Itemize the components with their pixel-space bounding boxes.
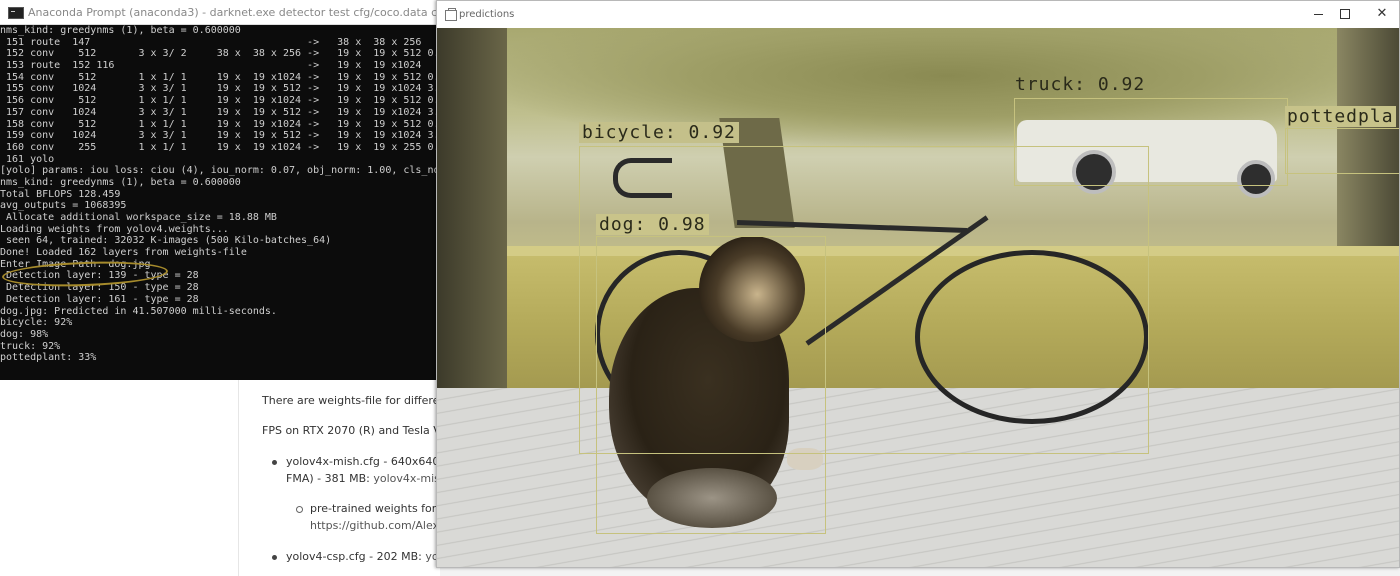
console-line: Done! Loaded 162 layers from weights-fil… (0, 247, 247, 259)
console-line: Loading weights from yolov4.weights... (0, 223, 229, 235)
page-divider (238, 380, 239, 576)
list-item: yolov4x-mish.cfg - 640x640 (271, 455, 440, 468)
background-webpage: There are weights-file for different FPS… (0, 380, 451, 576)
console-line: 159 conv 1024 3 x 3/ 1 19 x 19 x 512 -> … (0, 130, 440, 142)
console-window: Anaconda Prompt (anaconda3) - darknet.ex… (0, 0, 440, 380)
console-line: dog: 98% (0, 328, 49, 340)
console-output[interactable]: nms_kind: greedynms (1), beta = 0.600000… (0, 25, 440, 380)
console-line: nms_kind: greedynms (1), beta = 0.600000 (0, 25, 241, 36)
weights-paragraph: There are weights-file for different (262, 394, 451, 407)
dog-bounding-box (596, 236, 826, 534)
fps-paragraph: FPS on RTX 2070 (R) and Tesla V1 (262, 424, 448, 437)
truck-detection-label: truck: 0.92 (1015, 74, 1146, 95)
console-line: 154 conv 512 1 x 1/ 1 19 x 19 x1024 -> 1… (0, 71, 440, 83)
console-titlebar[interactable]: Anaconda Prompt (anaconda3) - darknet.ex… (0, 0, 440, 25)
pottedplant-bounding-box (1285, 128, 1399, 174)
console-line: 158 conv 512 1 x 1/ 1 19 x 19 x1024 -> 1… (0, 118, 440, 130)
console-line: nms_kind: greedynms (1), beta = 0.600000 (0, 176, 241, 188)
console-line: 152 conv 512 3 x 3/ 2 38 x 38 x 256 -> 1… (0, 48, 440, 60)
list-item: yolov4-csp.cfg - 202 MB: yo (272, 550, 439, 563)
console-line: dog.jpg: Predicted in 41.507000 milli-se… (0, 305, 277, 317)
console-line: 157 conv 1024 3 x 3/ 1 19 x 19 x 512 -> … (0, 106, 440, 118)
dog-detection-label: dog: 0.98 (596, 214, 709, 235)
detection-image: truck: 0.92 pottedpla bicycle: 0.92 dog:… (437, 28, 1399, 567)
window-title: predictions (459, 9, 515, 20)
predictions-titlebar[interactable]: predictions ✕ (437, 1, 1399, 28)
close-button[interactable]: ✕ (1371, 5, 1393, 23)
bicycle-detection-label: bicycle: 0.92 (579, 122, 739, 143)
list-item-continued: FMA) - 381 MB: yolov4x-mis (286, 472, 440, 485)
console-line: 156 conv 512 1 x 1/ 1 19 x 19 x1024 -> 1… (0, 95, 440, 107)
pottedplant-detection-label: pottedpla (1285, 106, 1396, 127)
weights-link[interactable]: yolov4x-mis (373, 472, 440, 485)
console-line: Allocate additional workspace_size = 18.… (0, 212, 277, 223)
console-line: Detection layer: 161 - type = 28 (0, 293, 199, 305)
console-line: Total BFLOPS 128.459 (0, 188, 121, 200)
console-line: seen 64, trained: 32032 K-images (500 Ki… (0, 235, 332, 247)
console-line: [yolo] params: iou loss: ciou (4), iou_n… (0, 165, 440, 177)
console-line: 151 route 147 -> 38 x 38 x 256 (0, 36, 422, 48)
github-link[interactable]: https://github.com/Alex (310, 519, 439, 532)
console-line: 153 route 152 116 -> 19 x 19 x1024 (0, 60, 422, 72)
console-line: avg_outputs = 1068395 (0, 200, 127, 212)
predictions-window: predictions ✕ truck: 0.92 pottedpla bicy… (436, 0, 1400, 568)
console-line: pottedplant: 33% (0, 352, 97, 364)
console-title: Anaconda Prompt (anaconda3) - darknet.ex… (28, 6, 438, 19)
terminal-icon (8, 7, 24, 19)
console-line: truck: 92% (0, 340, 61, 352)
console-line: 160 conv 255 1 x 1/ 1 19 x 19 x1024 -> 1… (0, 141, 440, 153)
window-icon (445, 8, 457, 21)
sub-list-item: pre-trained weights for (295, 502, 437, 515)
console-line: 155 conv 1024 3 x 3/ 1 19 x 19 x 512 -> … (0, 83, 440, 95)
maximize-button[interactable] (1333, 5, 1355, 23)
console-line: 161 yolo (0, 153, 55, 165)
porch-post-left (437, 28, 507, 388)
webpage-content: There are weights-file for different FPS… (262, 380, 462, 576)
console-line: bicycle: 92% (0, 317, 73, 329)
minimize-button[interactable] (1307, 5, 1329, 23)
